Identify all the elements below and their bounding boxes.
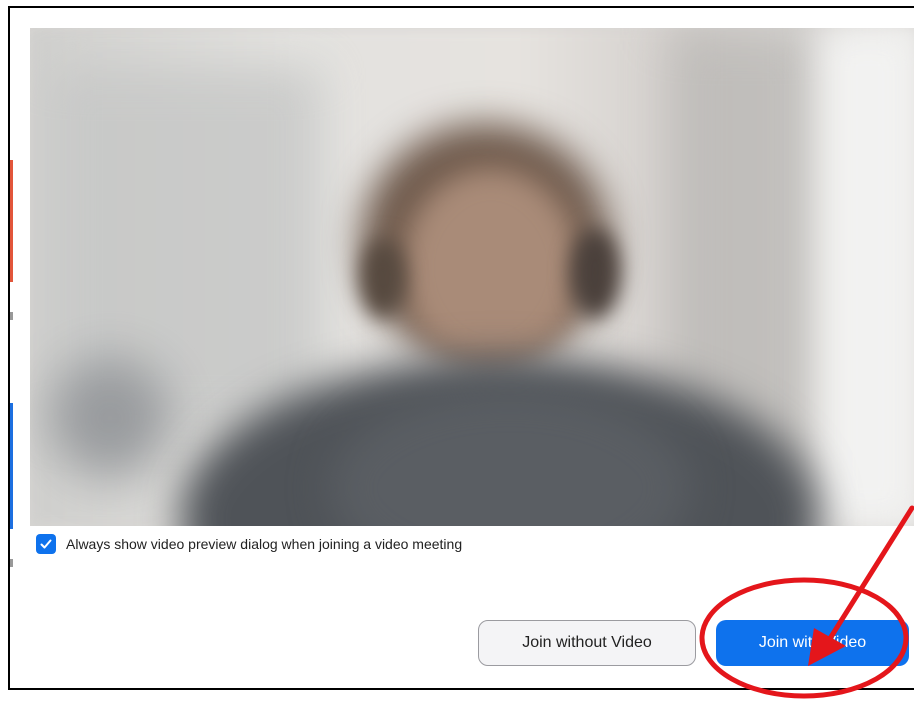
background-window-edge-blue [10, 403, 13, 529]
checkmark-icon [40, 539, 52, 549]
join-with-video-button[interactable]: Join with Video [716, 620, 909, 666]
join-without-video-button[interactable]: Join without Video [478, 620, 696, 666]
always-show-preview-label: Always show video preview dialog when jo… [66, 536, 463, 552]
video-preview [30, 28, 914, 526]
always-show-preview-checkbox[interactable] [36, 534, 56, 554]
video-preview-dialog: Always show video preview dialog when jo… [8, 6, 914, 690]
background-window-mark [10, 312, 13, 320]
always-show-preview-row: Always show video preview dialog when jo… [36, 532, 462, 556]
background-window-mark [10, 559, 13, 567]
background-window-edge-red [10, 160, 13, 282]
